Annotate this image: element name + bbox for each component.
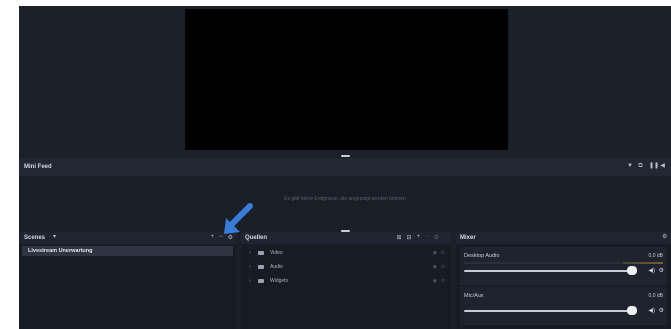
mixer-header: Mixer ⚙ (456, 232, 671, 244)
channel-settings-icon[interactable]: ⚙ (659, 267, 664, 274)
volume-slider-handle[interactable] (627, 266, 637, 275)
pause-icon[interactable]: ❚❚ (649, 163, 659, 169)
channel-db-readout: 0.0 dB (648, 293, 663, 299)
sources-dock: Quellen ⊞ ⊟ + − ⚙ › Video ◉ ⊙ › Audio ◉ (241, 232, 451, 329)
source-settings-icon[interactable]: ⚙ (434, 234, 439, 241)
channel-db-readout: 0.0 dB (648, 253, 663, 259)
channel-name: Mic/Aux (464, 293, 484, 299)
minifeed-title: Mini Feed (24, 164, 52, 170)
mixer-title: Mixer (460, 235, 476, 241)
annotation-arrow-icon (224, 203, 253, 234)
volume-slider-track[interactable] (464, 270, 632, 272)
minifeed-empty-message: Es gibt keine Ereignisse, die angezeigt … (284, 196, 406, 202)
source-folder-label: Widgets (270, 278, 289, 284)
sources-toolbar: ⊞ ⊟ + − ⚙ (397, 234, 439, 241)
streaming-app-window: Mini Feed ▼ ⧉ ❚❚ ◀ Es gibt keine Ereigni… (19, 6, 671, 329)
speaker-icon[interactable]: ◀) (648, 267, 655, 274)
channel-settings-icon[interactable]: ⚙ (659, 307, 664, 314)
stream-preview-canvas[interactable] (185, 9, 508, 150)
mixer-settings-icon[interactable]: ⚙ (662, 234, 667, 240)
scenes-list: Livestream Unerwartung (19, 244, 236, 329)
source-folder-row[interactable]: › Widgets ◉ ⊙ (241, 275, 451, 287)
minifeed-toolbar: ▼ ⧉ ❚❚ ◀ (627, 163, 665, 169)
visibility-icon[interactable]: ◉ (433, 250, 437, 256)
audio-level-meter (464, 262, 663, 264)
mixer-channel: Desktop Audio 0.0 dB ◀) ⚙ (460, 247, 667, 285)
source-properties-icon[interactable]: ⊟ (407, 234, 412, 241)
sources-list: › Video ◉ ⊙ › Audio ◉ ⊙ › Widgets ◉ ⊙ (241, 244, 451, 329)
speaker-icon[interactable]: ◀) (648, 307, 655, 314)
remove-source-icon[interactable]: − (425, 234, 429, 241)
chevron-right-icon[interactable]: › (249, 264, 251, 270)
source-folder-row[interactable]: › Video ◉ ⊙ (241, 247, 451, 259)
lock-icon[interactable]: ⊙ (441, 250, 445, 256)
volume-slider-track[interactable] (464, 310, 632, 312)
source-folder-label: Video (270, 250, 283, 256)
mixer-dock: Mixer ⚙ Desktop Audio 0.0 dB ◀) ⚙ Mic/Au… (456, 232, 671, 329)
scenes-title: Scenes (24, 235, 46, 241)
filter-icon[interactable]: ▼ (627, 163, 633, 169)
minifeed-body: Es gibt keine Ereignisse, die angezeigt … (19, 176, 671, 222)
scenes-header: Scenes ▾ + − ⚙ (19, 232, 236, 244)
visibility-icon[interactable]: ◉ (433, 264, 437, 270)
chevron-right-icon[interactable]: › (249, 278, 251, 284)
channel-name: Desktop Audio (464, 253, 500, 259)
add-folder-icon[interactable]: ⊞ (397, 234, 402, 241)
preview-resize-handle[interactable] (341, 155, 350, 157)
folder-icon (258, 279, 264, 283)
chevron-right-icon[interactable]: › (249, 250, 251, 256)
folder-icon (258, 265, 264, 269)
mixer-channels: Desktop Audio 0.0 dB ◀) ⚙ Mic/Aux 0.0 dB… (456, 244, 671, 329)
minifeed-header: Mini Feed ▼ ⧉ ❚❚ ◀ (19, 158, 671, 176)
volume-slider-handle[interactable] (627, 306, 637, 315)
visibility-icon[interactable]: ◉ (433, 278, 437, 284)
source-folder-label: Audio (270, 264, 283, 270)
source-folder-row[interactable]: › Audio ◉ ⊙ (241, 261, 451, 273)
scenes-dock: Scenes ▾ + − ⚙ Livestream Unerwartung (19, 232, 236, 329)
volume-icon[interactable]: ◀ (660, 163, 665, 169)
scene-item[interactable]: Livestream Unerwartung (22, 246, 233, 256)
mixer-channel: Mic/Aux 0.0 dB ◀) ⚙ (460, 287, 667, 325)
add-source-icon[interactable]: + (417, 234, 421, 241)
lock-icon[interactable]: ⊙ (441, 264, 445, 270)
sources-header: Quellen ⊞ ⊟ + − ⚙ (241, 232, 451, 244)
scene-collection-dropdown-icon[interactable]: ▾ (52, 234, 57, 240)
preview-area (19, 6, 671, 153)
expand-icon[interactable]: ⧉ (638, 163, 643, 169)
folder-icon (258, 251, 264, 255)
scene-item-label: Livestream Unerwartung (28, 248, 93, 254)
lock-icon[interactable]: ⊙ (441, 278, 445, 284)
add-scene-icon[interactable]: + (211, 234, 215, 241)
